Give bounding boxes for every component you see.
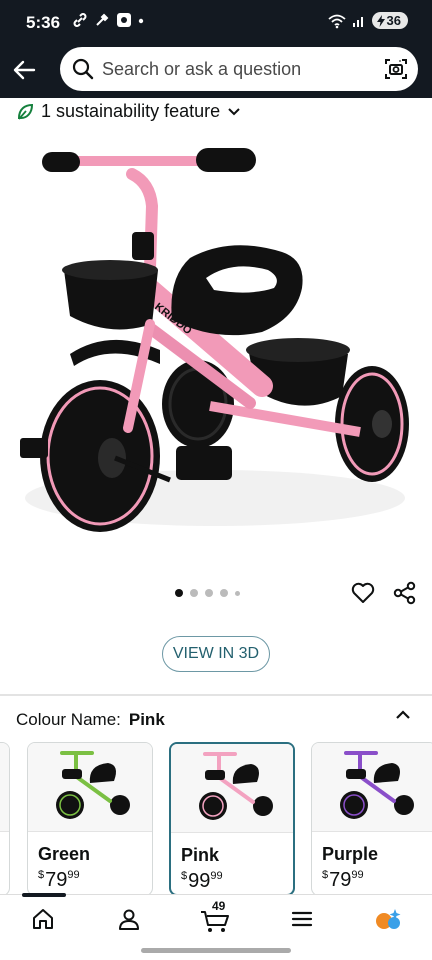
pagination-dot[interactable] (205, 589, 213, 597)
colour-label: Colour Name: (16, 710, 121, 729)
swatch-separator (312, 831, 432, 832)
share-icon[interactable] (392, 580, 418, 606)
swatch-price: $7999 (38, 869, 80, 891)
back-arrow-icon[interactable] (10, 56, 38, 84)
account-icon[interactable] (117, 907, 141, 931)
menu-icon[interactable] (290, 907, 314, 931)
carousel-scroll-indicator (22, 893, 66, 897)
tricycle-thumbnail-green (56, 751, 130, 819)
search-icon (72, 58, 94, 80)
pagination-dot[interactable] (175, 589, 183, 597)
sustainability-label: 1 sustainability feature (41, 101, 221, 121)
swatch-thumbnail (28, 743, 152, 831)
search-box[interactable] (60, 47, 418, 91)
gallery-pagination[interactable] (175, 589, 240, 597)
search-input[interactable] (102, 47, 372, 91)
swatch-price: $9999 (181, 870, 223, 892)
app-notification-icon (117, 13, 131, 27)
swatch-thumbnail (171, 744, 293, 832)
swatch-name: Green (38, 844, 91, 864)
swatch-name: Purple (322, 844, 379, 864)
pagination-dot[interactable] (220, 589, 228, 597)
product-image[interactable]: KRIDDO (0, 128, 432, 578)
swatch-thumbnail (312, 743, 432, 831)
tricycle-thumbnail-purple (340, 751, 414, 819)
pagination-dot[interactable] (235, 590, 240, 596)
link-icon (73, 13, 87, 27)
swatch-thumbnail (0, 743, 9, 831)
status-right: 36 (327, 12, 408, 29)
signal-icon (352, 16, 363, 27)
status-time: 5:36 (26, 13, 61, 32)
tricycle-thumbnail-pink (199, 752, 273, 820)
colour-swatch-pink[interactable]: Pink $9999 (169, 742, 295, 894)
bottom-navigation: 49 (0, 894, 432, 944)
swatch-name: Pink (181, 845, 220, 865)
right-grip (196, 148, 256, 172)
left-grip (42, 152, 80, 172)
right-pedal (176, 446, 232, 480)
home-icon[interactable] (31, 907, 55, 931)
home-gesture-bar[interactable] (141, 948, 291, 953)
rufus-assistant-icon[interactable] (373, 907, 403, 933)
status-bar: 5:36 36 (0, 0, 432, 46)
seat (171, 245, 303, 336)
left-pedal (20, 438, 48, 458)
front-basket (62, 260, 158, 330)
status-notification-icons (72, 12, 144, 28)
chevron-up-icon[interactable] (394, 708, 412, 722)
tools-icon (96, 13, 109, 26)
search-header (0, 46, 432, 98)
colour-swatch-partial[interactable] (0, 742, 10, 894)
section-divider (0, 694, 432, 696)
stem-clamp (132, 232, 154, 260)
swatch-separator (0, 831, 9, 832)
heart-icon[interactable] (350, 580, 376, 606)
cart-icon[interactable] (200, 909, 230, 933)
colour-swatch-green[interactable]: Green $7999 (27, 742, 153, 894)
colour-swatch-carousel[interactable]: Green $7999 Pink $9999 Purple $7999 (0, 740, 432, 894)
rear-right-wheel (335, 366, 409, 482)
camera-search-icon[interactable] (384, 57, 408, 81)
swatch-price: $7999 (322, 869, 364, 891)
battery-indicator: 36 (371, 12, 408, 29)
colour-selected-value: Pink (128, 710, 165, 729)
swatch-separator (171, 832, 293, 833)
leaf-icon (17, 103, 34, 120)
sustainability-feature-link[interactable]: 1 sustainability feature (16, 101, 241, 122)
more-dot-icon (138, 18, 144, 24)
colour-swatch-purple[interactable]: Purple $7999 (311, 742, 432, 894)
chevron-down-icon (228, 107, 240, 115)
wifi-icon (327, 14, 346, 28)
pagination-dot[interactable] (190, 589, 198, 597)
charging-bolt-icon (376, 14, 385, 27)
view-in-3d-button[interactable]: VIEW IN 3D (162, 636, 270, 672)
colour-name-row: Colour Name: Pink (16, 710, 165, 730)
swatch-separator (28, 831, 152, 832)
battery-level: 36 (386, 13, 401, 28)
